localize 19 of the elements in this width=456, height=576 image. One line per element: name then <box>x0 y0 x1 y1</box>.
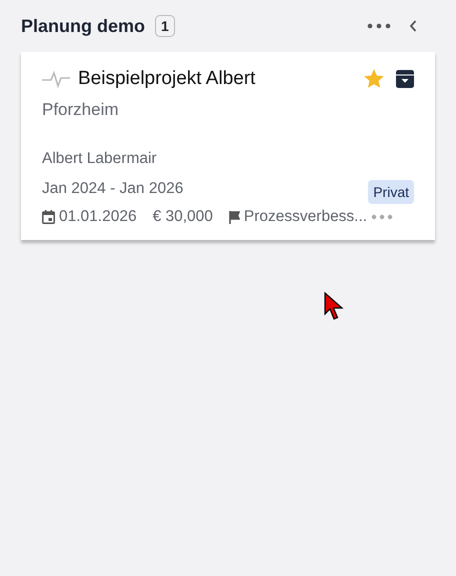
owner-name: Albert Labermair <box>42 150 158 168</box>
count-badge: 1 <box>155 15 175 37</box>
star-icon[interactable] <box>364 69 384 89</box>
collapse-icon[interactable] <box>409 20 417 32</box>
pulse-icon <box>42 70 70 88</box>
calendar-icon <box>42 210 55 224</box>
due-date: 01.01.2026 <box>59 208 137 226</box>
column-title: Planung demo <box>21 16 146 36</box>
date-range: Jan 2024 - Jan 2026 <box>42 180 184 198</box>
project-title: Beispielprojekt Albert <box>78 68 256 90</box>
budget-text: € 30,000 <box>152 208 213 226</box>
project-card[interactable]: Beispielprojekt Albert Pforzheim Albert Labermair Jan 2024 - Jan 2026 Privat 01.01.2026 € 30,000 Prozessverbess... <box>21 52 435 240</box>
tag-label: Privat <box>368 180 414 204</box>
cursor-icon <box>324 292 346 322</box>
archive-icon[interactable] <box>396 70 414 88</box>
flag-icon <box>228 210 240 224</box>
category-text: Prozessverbess... <box>244 208 368 226</box>
location-text: Pforzheim <box>42 100 120 120</box>
more-icon[interactable] <box>367 23 391 29</box>
